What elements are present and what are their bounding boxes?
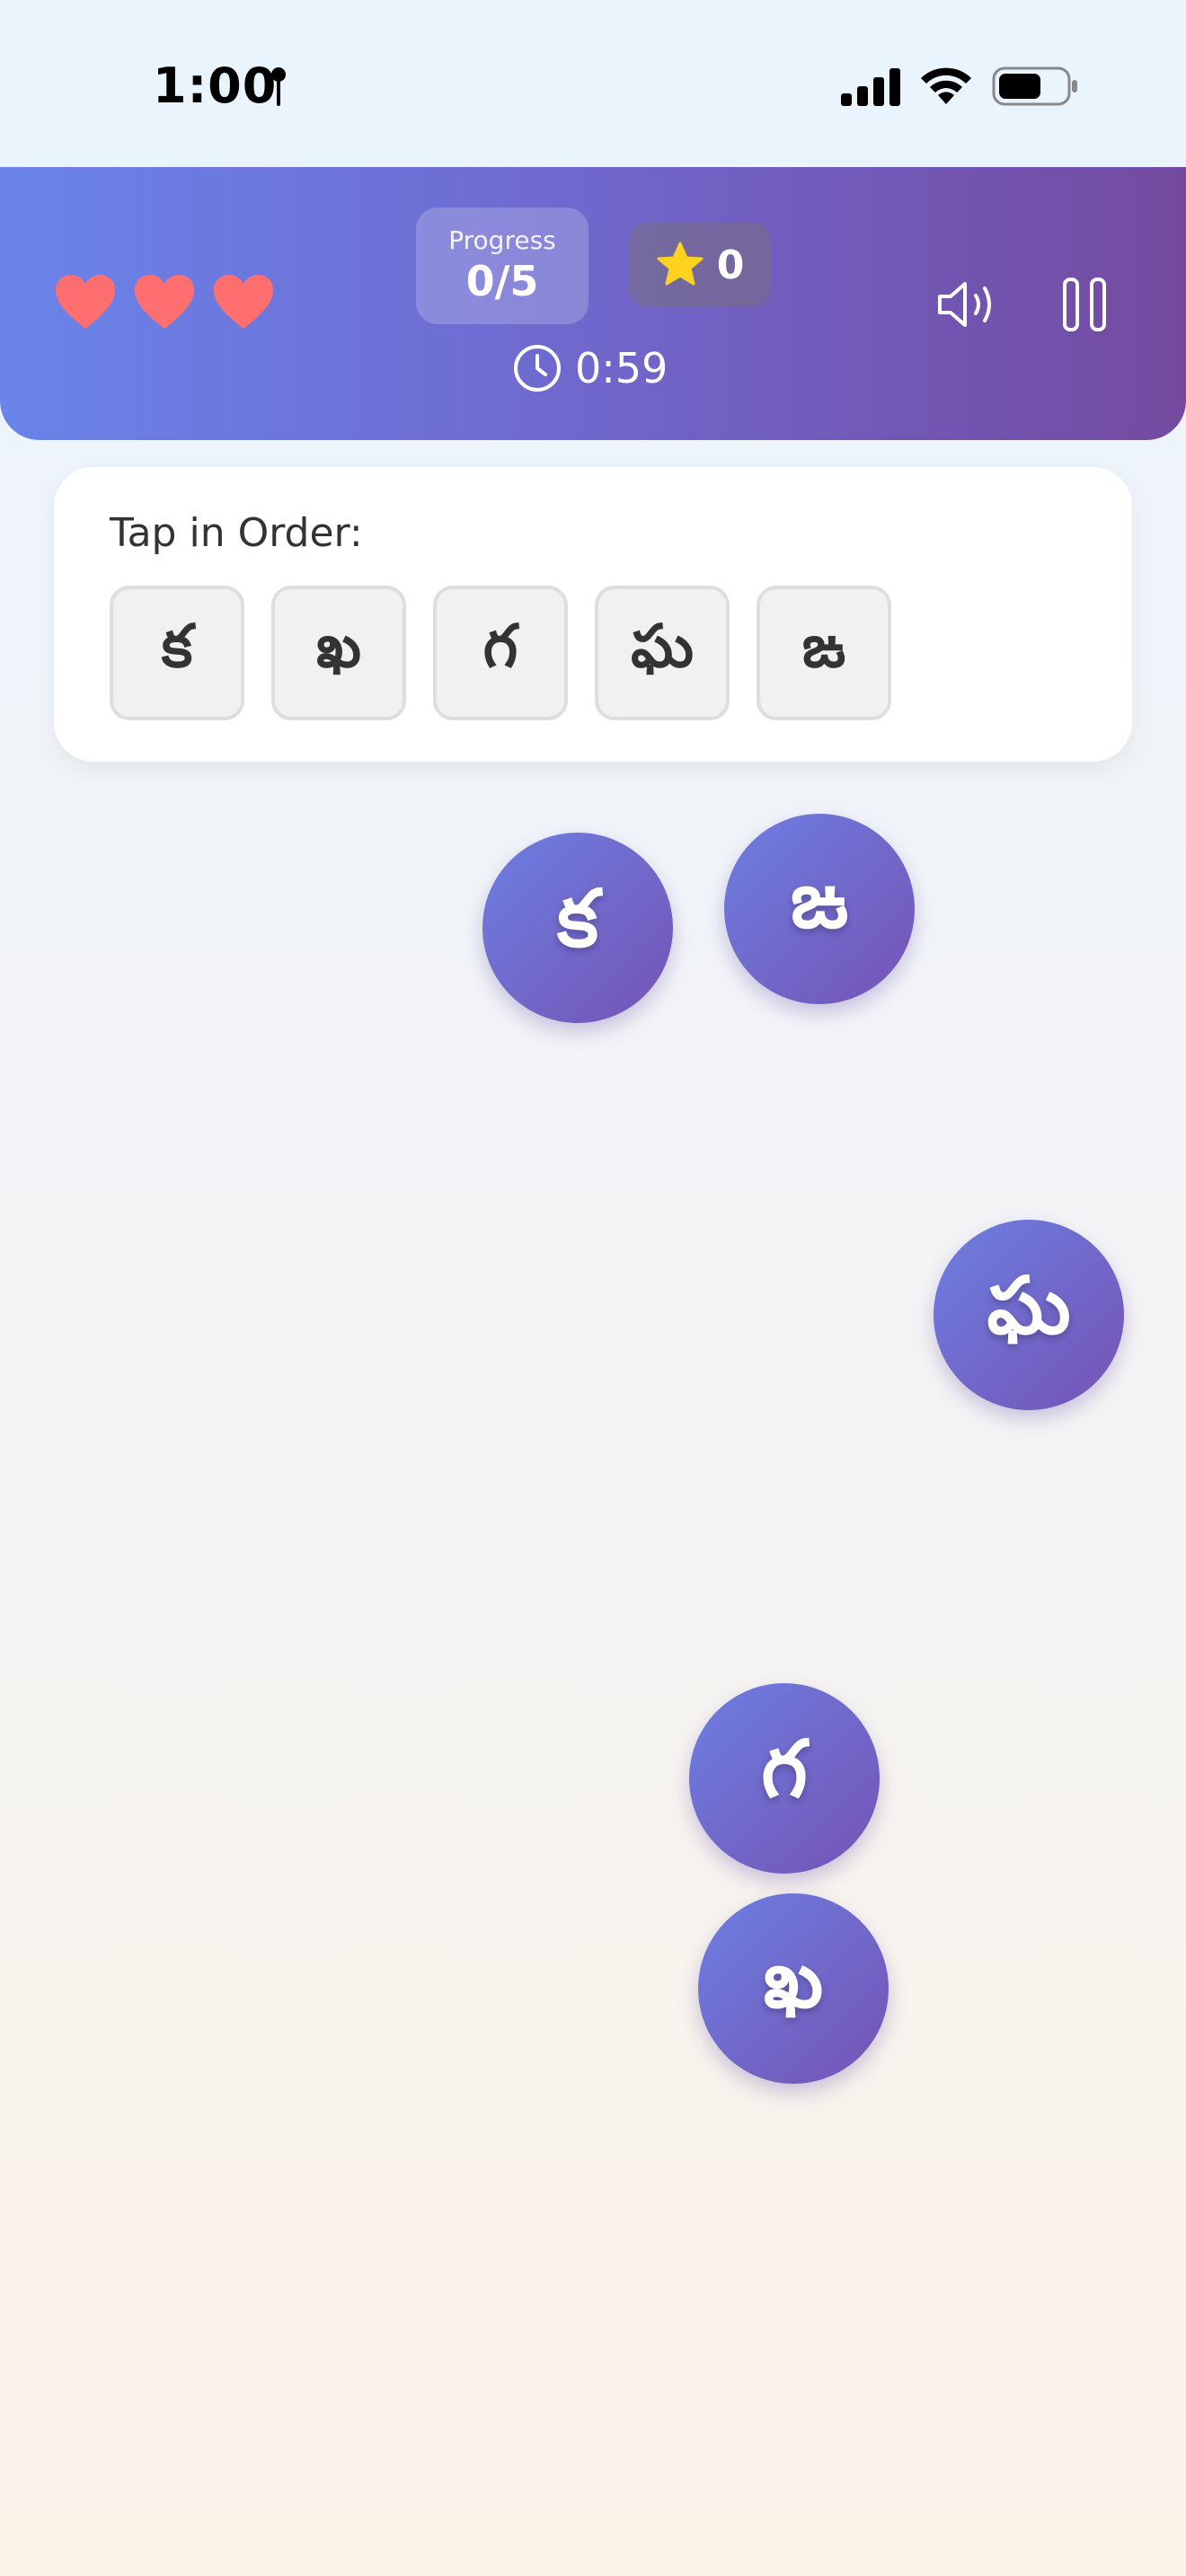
battery-icon [992,66,1077,106]
cellular-signal-icon [841,68,900,106]
lives-display [54,273,275,331]
heart-icon [56,275,115,329]
game-header: Progress 0/5 0 0:59 [0,167,1186,440]
location-pin-icon [271,67,286,106]
order-title: Tap in Order: [110,510,363,556]
score-value: 0 [716,242,745,288]
letter-bubble-nga[interactable]: ఙ [724,814,915,1004]
wifi-icon [921,67,971,104]
letter-bubble-ka[interactable]: క [482,833,673,1023]
letter-bubble-gha[interactable]: ఘ [934,1220,1124,1410]
timer: 0:59 [512,343,668,393]
progress-value: 0/5 [465,257,539,305]
progress-label: Progress [448,225,556,255]
status-time: 1:00 [153,57,278,114]
star-icon [657,242,704,286]
letter-bubble-ga[interactable]: గ [689,1683,880,1874]
timer-value: 0:59 [575,344,668,393]
heart-icon [214,275,273,329]
heart-icon [135,275,194,329]
sound-icon[interactable] [934,275,999,334]
order-sequence: క ఖ గ ఘ ఙ [110,586,891,720]
order-slot-4: ఘ [595,586,730,720]
score-badge: 0 [629,223,771,307]
order-slot-3: గ [433,586,568,720]
order-slot-2: ఖ [271,586,406,720]
progress-indicator: Progress 0/5 [416,207,589,324]
order-slot-5: ఙ [757,586,891,720]
order-slot-1: క [110,586,244,720]
order-card: Tap in Order: క ఖ గ ఘ ఙ [54,467,1132,762]
status-bar: 1:00 [0,0,1186,167]
pause-icon[interactable] [1062,277,1107,332]
letter-bubble-kha[interactable]: ఖ [698,1893,889,2084]
clock-icon [514,345,561,392]
